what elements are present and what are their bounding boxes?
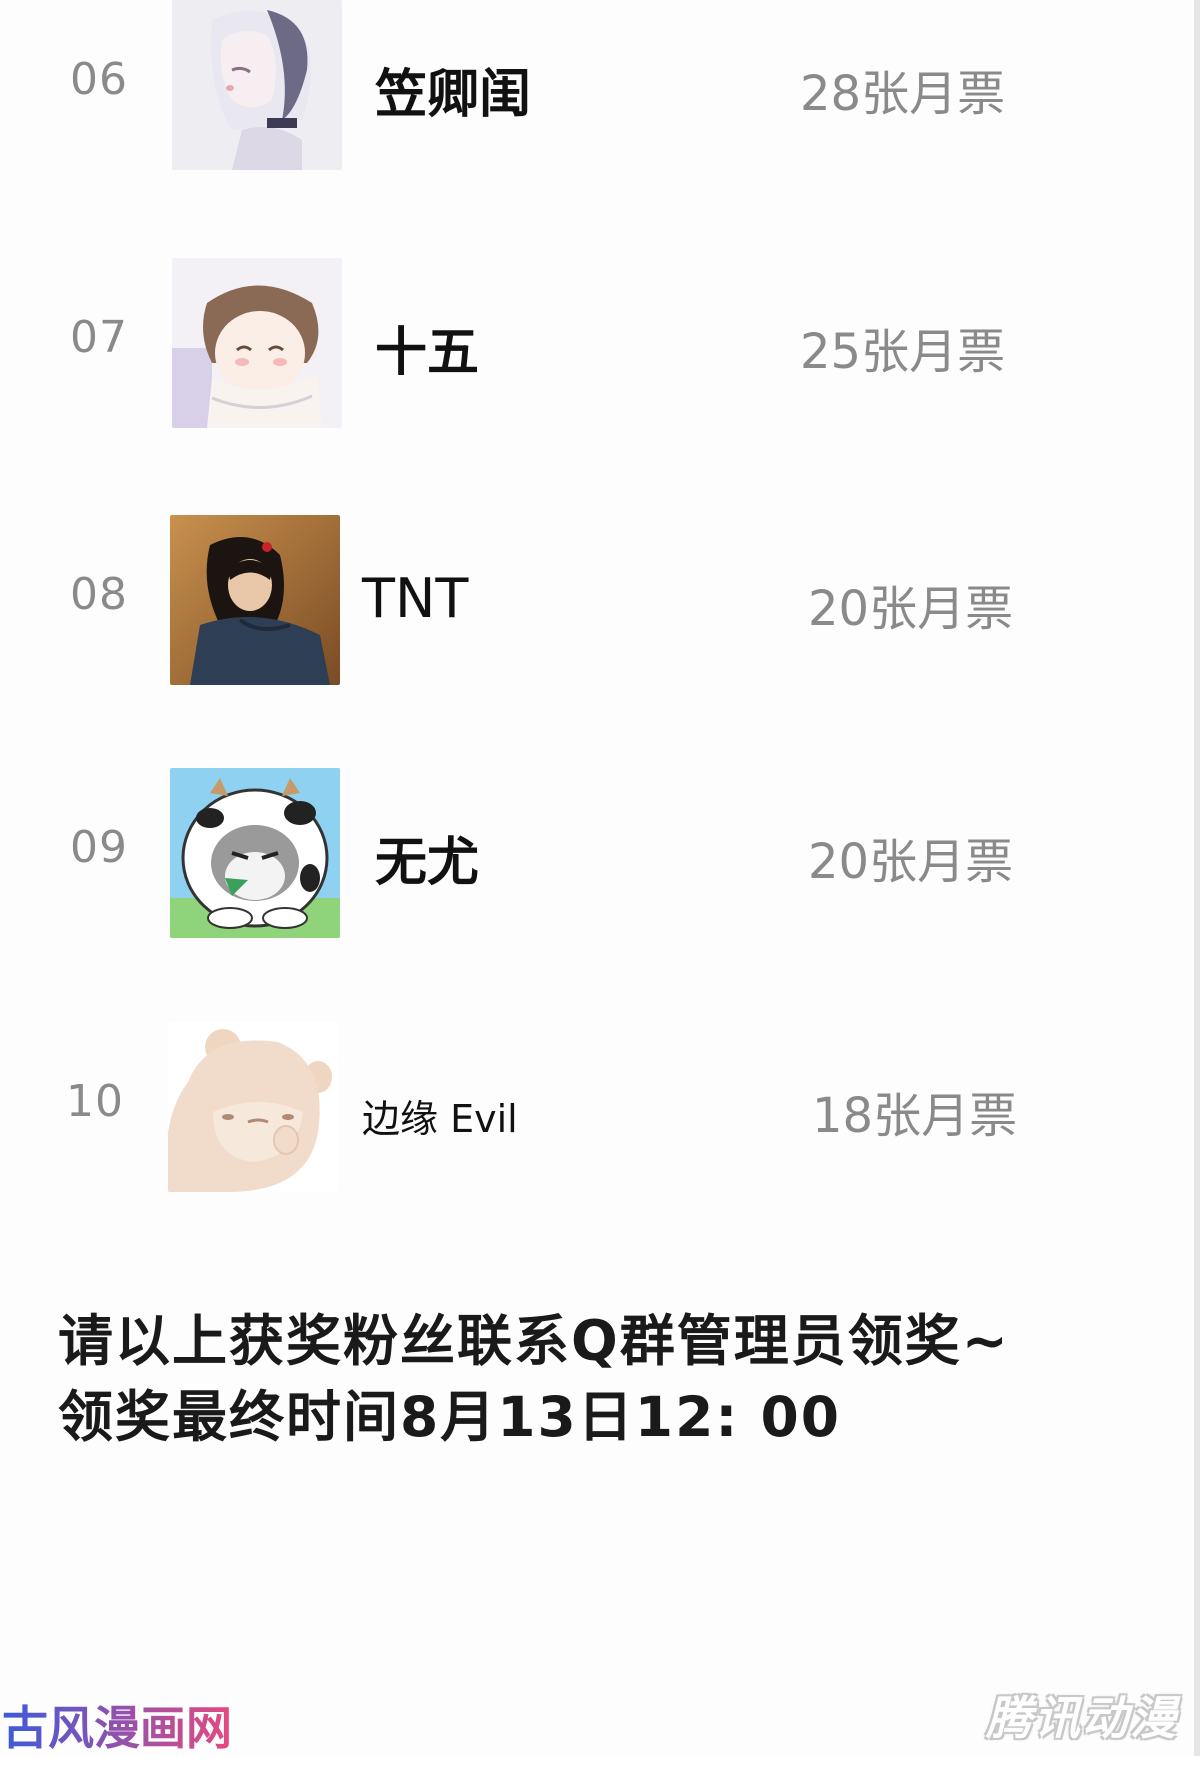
page-edge — [1194, 0, 1200, 1756]
ranking-row: 10 边缘 Evil 18张月票 — [0, 1022, 1200, 1202]
avatar — [172, 258, 342, 428]
cat-cow-costume-avatar — [170, 768, 340, 938]
monthly-ticket-count: 28张月票 — [800, 66, 1006, 122]
rank-number: 10 — [66, 1076, 124, 1127]
avatar — [168, 1022, 338, 1192]
monthly-ticket-count: 18张月票 — [812, 1088, 1018, 1144]
girl-photo-avatar — [170, 515, 340, 685]
rank-number: 09 — [70, 822, 128, 873]
svg-text:古风漫画网: 古风漫画网 — [2, 1701, 232, 1755]
avatar — [172, 0, 342, 170]
monthly-ticket-count: 25张月票 — [800, 324, 1006, 380]
ranking-row: 09 无尤 20张月票 — [0, 768, 1200, 948]
monthly-ticket-count: 20张月票 — [808, 581, 1014, 637]
rank-number: 08 — [70, 569, 128, 620]
anime-girl-scarf-avatar — [172, 258, 342, 428]
site-watermark-right: 腾讯动漫 — [986, 1691, 1178, 1745]
award-notice-line-2: 领奖最终时间8月13日12: 00 — [58, 1385, 842, 1449]
monthly-ticket-count: 20张月票 — [808, 834, 1014, 890]
ranking-row: 06 笠卿闺 28张月票 — [0, 0, 1200, 180]
ranking-row: 07 十五 25张月票 — [0, 258, 1200, 438]
rank-number: 07 — [70, 312, 128, 363]
ranking-page: 06 笠卿闺 28张月票 07 十五 25张月票 08 TNT 20张月票 09… — [0, 0, 1200, 1756]
award-notice-line-1: 请以上获奖粉丝联系Q群管理员领奖~ — [58, 1309, 1010, 1373]
fan-name: TNT — [362, 567, 469, 630]
watermark-logo: 古风漫画网 — [2, 1701, 232, 1755]
fan-name: 笠卿闺 — [375, 65, 532, 125]
rank-number: 06 — [70, 54, 128, 105]
fan-name: 无尤 — [375, 833, 480, 893]
ranking-row: 08 TNT 20张月票 — [0, 515, 1200, 695]
site-watermark-left: 古风漫画网 — [2, 1700, 232, 1767]
fan-name: 十五 — [375, 323, 480, 383]
anime-girl-white-hair-avatar — [172, 0, 342, 170]
avatar — [170, 515, 340, 685]
avatar — [170, 768, 340, 938]
bear-avatar — [168, 1022, 338, 1192]
fan-name: 边缘 Evil — [362, 1097, 518, 1141]
